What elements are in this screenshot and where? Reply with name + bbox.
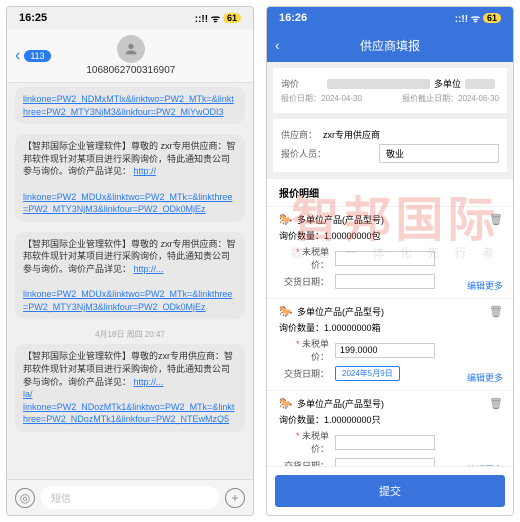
quote-item: 🐎 多单位产品(产品型号) 🗑 询价数量：1.00000000箱 未税单价： 交货… xyxy=(267,298,513,390)
price-label: 未税单价： xyxy=(279,337,329,363)
battery-icon: 61 xyxy=(223,13,241,23)
date-input[interactable]: 2024年5月9日 xyxy=(335,366,400,381)
status-bar-left: 16:25 ::!! ᯤ 61 xyxy=(7,7,253,29)
input-bar: ◎ 短信 + xyxy=(7,479,253,515)
left-phone: 16:25 ::!! ᯤ 61 ‹ 113 1068062700316907 l… xyxy=(6,6,254,516)
quote-item: 🐎 多单位产品(产品型号) 🗑 询价数量：1.00000000包 未税单价： 交货… xyxy=(267,206,513,298)
status-icons: ::!! ᯤ 61 xyxy=(455,11,501,25)
price-input[interactable] xyxy=(335,343,435,358)
submit-button[interactable]: 提交 xyxy=(275,475,505,507)
date-input[interactable] xyxy=(335,274,435,289)
edit-more-link[interactable]: 编辑更多 xyxy=(467,371,503,384)
contact-number: 1068062700316907 xyxy=(51,65,211,76)
qty-label: 询价数量： xyxy=(279,321,324,334)
price-label: 未税单价： xyxy=(279,429,329,455)
supplier-card: 供应商：zxr专用供应商 报价人员：敬业 xyxy=(273,119,507,172)
message-bubble[interactable]: 【智邦国际企业管理软件】尊敬的 zxr专用供应商：智邦软件现针对某项目进行采购询… xyxy=(15,134,245,222)
price-input[interactable] xyxy=(335,435,435,450)
qty-value: 1.00000000包 xyxy=(324,229,381,242)
price-label: 未税单价： xyxy=(279,245,329,271)
inquiry-card: 询价多单位 报价日期：2024-04-30报价截止日期：2024-06-30 xyxy=(273,68,507,113)
blurred-text xyxy=(327,79,430,89)
detail-title: 报价明细 xyxy=(267,178,513,206)
date-label: 交货日期： xyxy=(279,367,329,380)
message-list[interactable]: linkone=PW2_NDMxMTlx&linktwo=PW2_MTk=&li… xyxy=(7,83,253,473)
message-input[interactable]: 短信 xyxy=(41,486,219,509)
product-name: 多单位产品(产品型号) xyxy=(297,305,384,318)
qty-label: 询价数量： xyxy=(279,229,324,242)
message-bubble[interactable]: 【智邦国际企业管理软件】尊敬的 zxr专用供应商：智邦软件现针对某项目进行采购询… xyxy=(15,232,245,320)
page-title: 供应商填报 xyxy=(360,39,420,53)
qty-value: 1.00000000箱 xyxy=(324,321,381,334)
qty-value: 1.00000000只 xyxy=(324,413,381,426)
status-icons: ::!! ᯤ 61 xyxy=(195,11,241,25)
trash-icon[interactable]: 🗑 xyxy=(489,397,503,410)
page-header: ‹ 供应商填报 xyxy=(267,29,513,62)
battery-icon: 61 xyxy=(483,13,501,23)
product-icon: 🐎 xyxy=(279,214,293,226)
trash-icon[interactable]: 🗑 xyxy=(489,305,503,318)
chat-header: ‹ 113 1068062700316907 xyxy=(7,29,253,83)
back-icon[interactable]: ‹ xyxy=(15,47,20,65)
message-bubble[interactable]: linkone=PW2_NDMxMTlx&linktwo=PW2_MTk=&li… xyxy=(15,87,245,124)
plus-icon[interactable]: + xyxy=(225,488,245,508)
status-bar-right: 16:26 ::!! ᯤ 61 xyxy=(267,7,513,29)
message-date: 4月18日 周四 20:47 xyxy=(15,329,245,340)
avatar-icon[interactable] xyxy=(117,35,145,63)
message-bubble[interactable]: 【智邦国际企业管理软件】尊敬的zxr专用供应商：智邦软件现针对某项目进行采购询价… xyxy=(15,344,245,432)
right-phone: 16:26 ::!! ᯤ 61 ‹ 供应商填报 询价多单位 报价日期：2024-… xyxy=(266,6,514,516)
product-icon: 🐎 xyxy=(279,306,293,318)
camera-icon[interactable]: ◎ xyxy=(15,488,35,508)
product-name: 多单位产品(产品型号) xyxy=(297,397,384,410)
product-icon: 🐎 xyxy=(279,398,293,410)
time: 16:25 xyxy=(19,12,47,24)
submit-bar: 提交 xyxy=(267,466,513,515)
unread-badge[interactable]: 113 xyxy=(24,50,50,62)
price-input[interactable] xyxy=(335,251,435,266)
product-name: 多单位产品(产品型号) xyxy=(297,213,384,226)
qty-label: 询价数量： xyxy=(279,413,324,426)
time: 16:26 xyxy=(279,12,307,24)
content[interactable]: 询价多单位 报价日期：2024-04-30报价截止日期：2024-06-30 供… xyxy=(267,62,513,492)
reporter-input[interactable]: 敬业 xyxy=(379,144,499,163)
back-icon[interactable]: ‹ xyxy=(275,37,280,53)
trash-icon[interactable]: 🗑 xyxy=(489,213,503,226)
date-label: 交货日期： xyxy=(279,275,329,288)
edit-more-link[interactable]: 编辑更多 xyxy=(467,279,503,292)
